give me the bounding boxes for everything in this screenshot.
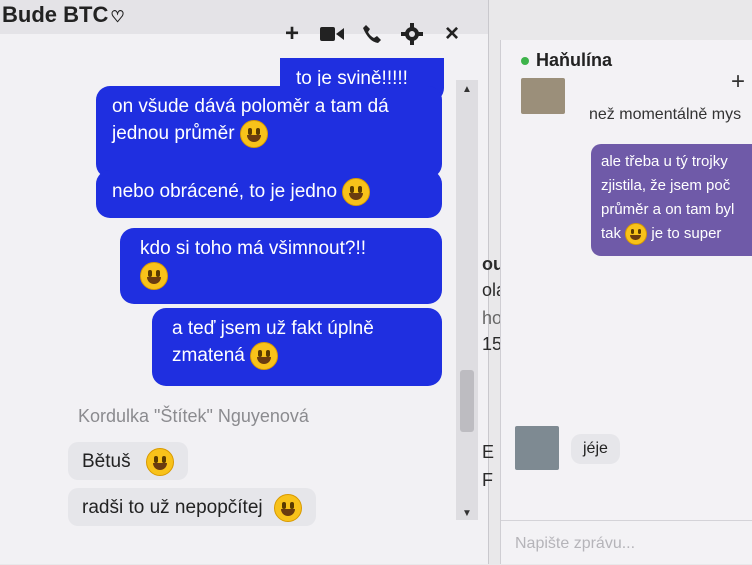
chat-title-text[interactable]: Haňulína — [536, 50, 612, 70]
chat-toolbar: + × — [280, 20, 464, 47]
message-text: tak — [601, 225, 622, 242]
message-input[interactable]: Napište zprávu... — [501, 520, 752, 565]
message-text: jéje — [583, 440, 608, 457]
incoming-message: jéje — [571, 434, 620, 464]
avatar — [515, 426, 559, 470]
chat-window-hanulina: Haňulína + než momentálně mys ale třeba … — [500, 40, 752, 564]
smiley-icon — [273, 494, 302, 522]
message-line: zjistila, že jsem poč — [601, 177, 731, 194]
message-text: je to super — [651, 225, 722, 242]
outgoing-message: ale třeba u tý trojky zjistila, že jsem … — [591, 144, 752, 256]
scrollbar-track[interactable] — [456, 80, 478, 520]
smiley-icon — [239, 120, 268, 148]
outgoing-message: kdo si toho má všimnout?!! — [120, 228, 442, 304]
chat-title[interactable]: Haňulína — [521, 50, 612, 71]
video-icon[interactable] — [320, 22, 344, 46]
message-text: Bětuš — [82, 451, 131, 473]
message-input-placeholder: Napište zprávu... — [515, 535, 636, 552]
smiley-icon — [250, 342, 279, 370]
incoming-message: radši to už nepopčítej — [68, 488, 316, 526]
chat-window-bude-btc: Bude BTC ♡ + × to je svině!!!!! on všude … — [0, 0, 489, 564]
chat-title[interactable]: Bude BTC ♡ — [2, 2, 125, 28]
online-status-dot — [521, 57, 529, 66]
smiley-icon — [145, 448, 174, 476]
message-text: radši to už nepopčítej — [82, 497, 263, 519]
message-line: průměr a on tam byl — [601, 201, 735, 218]
incoming-message: Bětuš — [68, 442, 188, 480]
background-text: F — [482, 470, 493, 490]
outgoing-message: a teď jsem už fakt úplně zmatená — [152, 308, 442, 386]
scroll-down-arrow-icon[interactable]: ▼ — [462, 508, 472, 519]
message-text: kdo si toho má všimnout?!! — [140, 238, 366, 259]
add-people-icon[interactable]: + — [280, 20, 304, 47]
avatar — [521, 78, 565, 114]
smiley-icon — [342, 178, 371, 206]
smiley-icon — [140, 262, 168, 290]
background-text: E — [482, 442, 495, 462]
heart-icon: ♡ — [110, 9, 125, 26]
message-text: než momentálně mys — [589, 106, 742, 123]
gear-icon[interactable] — [400, 22, 424, 46]
outgoing-message: nebo obrácené, to je jedno — [96, 170, 442, 218]
message-line: tak je to super — [601, 222, 752, 246]
chat-title-text[interactable]: Bude BTC — [2, 2, 108, 27]
scrollbar-thumb[interactable] — [460, 370, 474, 432]
outgoing-message: on všude dává poloměr a tam dá jednou pr… — [96, 86, 442, 178]
message-line: ale třeba u tý trojky — [601, 153, 728, 170]
sender-name: Kordulka "Štítek" Nguyenová — [78, 406, 309, 426]
add-people-icon[interactable]: + — [731, 68, 745, 96]
phone-icon[interactable] — [360, 22, 384, 46]
scroll-up-arrow-icon[interactable]: ▲ — [462, 84, 472, 95]
message-text: nebo obrácené, to je jedno — [112, 181, 338, 203]
close-icon[interactable]: × — [440, 20, 464, 47]
smiley-icon — [625, 223, 648, 246]
